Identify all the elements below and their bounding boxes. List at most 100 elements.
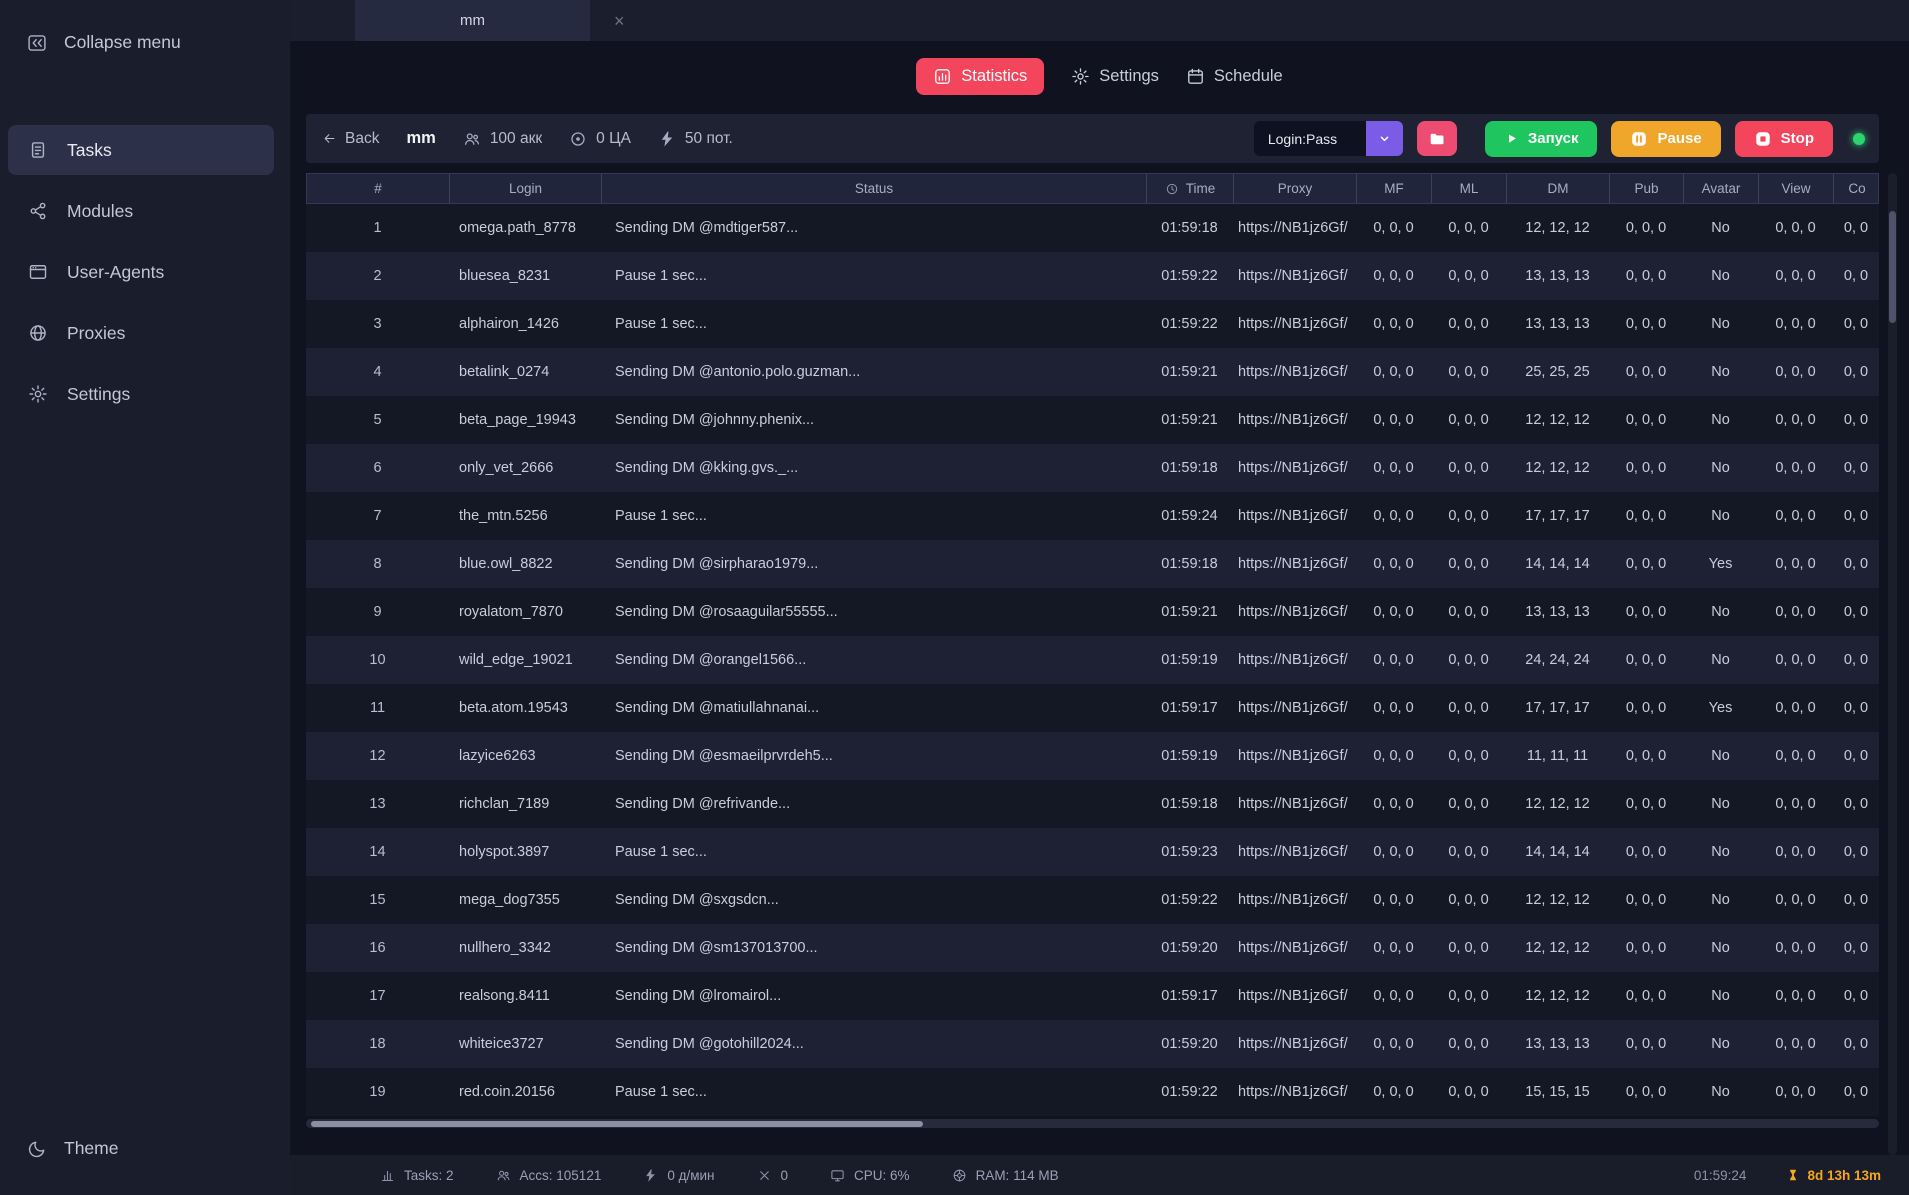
collapse-menu-button[interactable]: Collapse menu (0, 18, 290, 67)
cell-avatar: No (1683, 364, 1758, 380)
cell-login: alphairon_1426 (449, 316, 601, 332)
cell-avatar: No (1683, 988, 1758, 1004)
cell-co: 0, 0 (1833, 748, 1879, 764)
open-folder-button[interactable] (1417, 121, 1457, 156)
cell-view: 0, 0, 0 (1758, 700, 1833, 716)
table-row[interactable]: 8 blue.owl_8822 Sending DM @sirpharao197… (306, 540, 1879, 588)
cell-status: Sending DM @sm137013700... (601, 940, 1146, 956)
cell-view: 0, 0, 0 (1758, 988, 1833, 1004)
column-header-pub[interactable]: Pub (1610, 174, 1684, 203)
horizontal-scrollbar-thumb[interactable] (311, 1121, 923, 1127)
back-button[interactable]: Back (322, 130, 379, 148)
cell-time: 01:59:22 (1146, 1084, 1233, 1100)
cell-co: 0, 0 (1833, 268, 1879, 284)
table-row[interactable]: 12 lazyice6263 Sending DM @esmaeilprvrde… (306, 732, 1879, 780)
cell-avatar: No (1683, 1036, 1758, 1052)
cell-status: Sending DM @orangel1566... (601, 652, 1146, 668)
export-dropdown-button[interactable] (1366, 121, 1403, 156)
tab-schedule[interactable]: Schedule (1186, 67, 1283, 86)
sidebar: Collapse menu Tasks Modules User-Agents … (0, 0, 290, 1195)
sidebar-item-tasks[interactable]: Tasks (8, 125, 274, 175)
status-ram: RAM: 114 MB (952, 1168, 1059, 1183)
tab-schedule-label: Schedule (1214, 67, 1283, 86)
table-row[interactable]: 9 royalatom_7870 Sending DM @rosaaguilar… (306, 588, 1879, 636)
horizontal-scrollbar[interactable] (306, 1119, 1879, 1128)
cell-pub: 0, 0, 0 (1609, 940, 1683, 956)
accounts-counter: 100 акк (463, 130, 542, 148)
cell-status: Sending DM @rosaaguilar55555... (601, 604, 1146, 620)
cell-dm: 12, 12, 12 (1506, 796, 1609, 812)
table-row[interactable]: 7 the_mtn.5256 Pause 1 sec... 01:59:24 h… (306, 492, 1879, 540)
cell-dm: 12, 12, 12 (1506, 988, 1609, 1004)
sidebar-item-proxies[interactable]: Proxies (8, 308, 274, 358)
vertical-scrollbar-thumb[interactable] (1889, 211, 1896, 323)
cell-login: red.coin.20156 (449, 1084, 601, 1100)
table-row[interactable]: 17 realsong.8411 Sending DM @lromairol..… (306, 972, 1879, 1020)
table-row[interactable]: 19 red.coin.20156 Pause 1 sec... 01:59:2… (306, 1068, 1879, 1116)
hourglass-icon (1786, 1168, 1800, 1182)
column-header-ml[interactable]: ML (1432, 174, 1507, 203)
cell-avatar: No (1683, 652, 1758, 668)
table-row[interactable]: 15 mega_dog7355 Sending DM @sxgsdcn... 0… (306, 876, 1879, 924)
column-header-status[interactable]: Status (602, 174, 1147, 203)
column-header-view[interactable]: View (1759, 174, 1834, 203)
table-row[interactable]: 10 wild_edge_19021 Sending DM @orangel15… (306, 636, 1879, 684)
column-header-time[interactable]: Time (1147, 174, 1234, 203)
cell-num: 15 (306, 892, 449, 908)
table-row[interactable]: 3 alphairon_1426 Pause 1 sec... 01:59:22… (306, 300, 1879, 348)
column-header-proxy[interactable]: Proxy (1234, 174, 1357, 203)
table-row[interactable]: 14 holyspot.3897 Pause 1 sec... 01:59:23… (306, 828, 1879, 876)
cell-login: blue.owl_8822 (449, 556, 601, 572)
cell-view: 0, 0, 0 (1758, 652, 1833, 668)
column-header-num[interactable]: # (307, 174, 450, 203)
column-header-login[interactable]: Login (450, 174, 602, 203)
start-button[interactable]: Запуск (1485, 121, 1598, 157)
column-header-dm[interactable]: DM (1507, 174, 1610, 203)
cell-ml: 0, 0, 0 (1431, 604, 1506, 620)
sidebar-item-modules[interactable]: Modules (8, 186, 274, 236)
cell-view: 0, 0, 0 (1758, 1036, 1833, 1052)
cell-status: Sending DM @lromairol... (601, 988, 1146, 1004)
cell-num: 13 (306, 796, 449, 812)
task-tab-mm[interactable]: mm (355, 0, 590, 41)
tab-statistics[interactable]: Statistics (916, 58, 1044, 95)
cell-co: 0, 0 (1833, 604, 1879, 620)
cell-num: 1 (306, 220, 449, 236)
sidebar-item-settings[interactable]: Settings (8, 369, 274, 419)
cell-mf: 0, 0, 0 (1356, 412, 1431, 428)
tab-settings[interactable]: Settings (1071, 67, 1159, 86)
cell-pub: 0, 0, 0 (1609, 364, 1683, 380)
lightning-icon (643, 1168, 658, 1183)
cell-time: 01:59:19 (1146, 652, 1233, 668)
cell-proxy: https://NB1jz6Gf/ (1233, 412, 1356, 428)
table-row[interactable]: 13 richclan_7189 Sending DM @refrivande.… (306, 780, 1879, 828)
close-icon[interactable]: × (610, 8, 629, 34)
table-row[interactable]: 5 beta_page_19943 Sending DM @johnny.phe… (306, 396, 1879, 444)
theme-toggle[interactable]: Theme (0, 1124, 290, 1173)
cell-view: 0, 0, 0 (1758, 316, 1833, 332)
table-row[interactable]: 6 only_vet_2666 Sending DM @kking.gvs._.… (306, 444, 1879, 492)
cell-co: 0, 0 (1833, 364, 1879, 380)
table-row[interactable]: 11 beta.atom.19543 Sending DM @matiullah… (306, 684, 1879, 732)
table-row[interactable]: 2 bluesea_8231 Pause 1 sec... 01:59:22 h… (306, 252, 1879, 300)
login-pass-select[interactable]: Login:Pass (1254, 121, 1366, 156)
sidebar-item-user-agents[interactable]: User-Agents (8, 247, 274, 297)
table-row[interactable]: 4 betalink_0274 Sending DM @antonio.polo… (306, 348, 1879, 396)
cell-avatar: No (1683, 844, 1758, 860)
table-header: # Login Status Time Proxy MF ML DM Pub A… (306, 173, 1879, 204)
cell-pub: 0, 0, 0 (1609, 988, 1683, 1004)
table-row[interactable]: 1 omega.path_8778 Sending DM @mdtiger587… (306, 204, 1879, 252)
cell-dm: 12, 12, 12 (1506, 412, 1609, 428)
column-header-mf[interactable]: MF (1357, 174, 1432, 203)
column-header-co[interactable]: Co (1834, 174, 1880, 203)
cell-pub: 0, 0, 0 (1609, 1084, 1683, 1100)
table-row[interactable]: 18 whiteice3727 Sending DM @gotohill2024… (306, 1020, 1879, 1068)
cell-time: 01:59:17 (1146, 988, 1233, 1004)
table-row[interactable]: 16 nullhero_3342 Sending DM @sm137013700… (306, 924, 1879, 972)
cell-ml: 0, 0, 0 (1431, 988, 1506, 1004)
column-header-avatar[interactable]: Avatar (1684, 174, 1759, 203)
vertical-scrollbar[interactable] (1888, 173, 1897, 1155)
stop-button[interactable]: Stop (1735, 121, 1833, 157)
pause-button[interactable]: Pause (1611, 121, 1720, 157)
status-bar-right: 01:59:24 8d 13h 13m (1694, 1168, 1881, 1183)
